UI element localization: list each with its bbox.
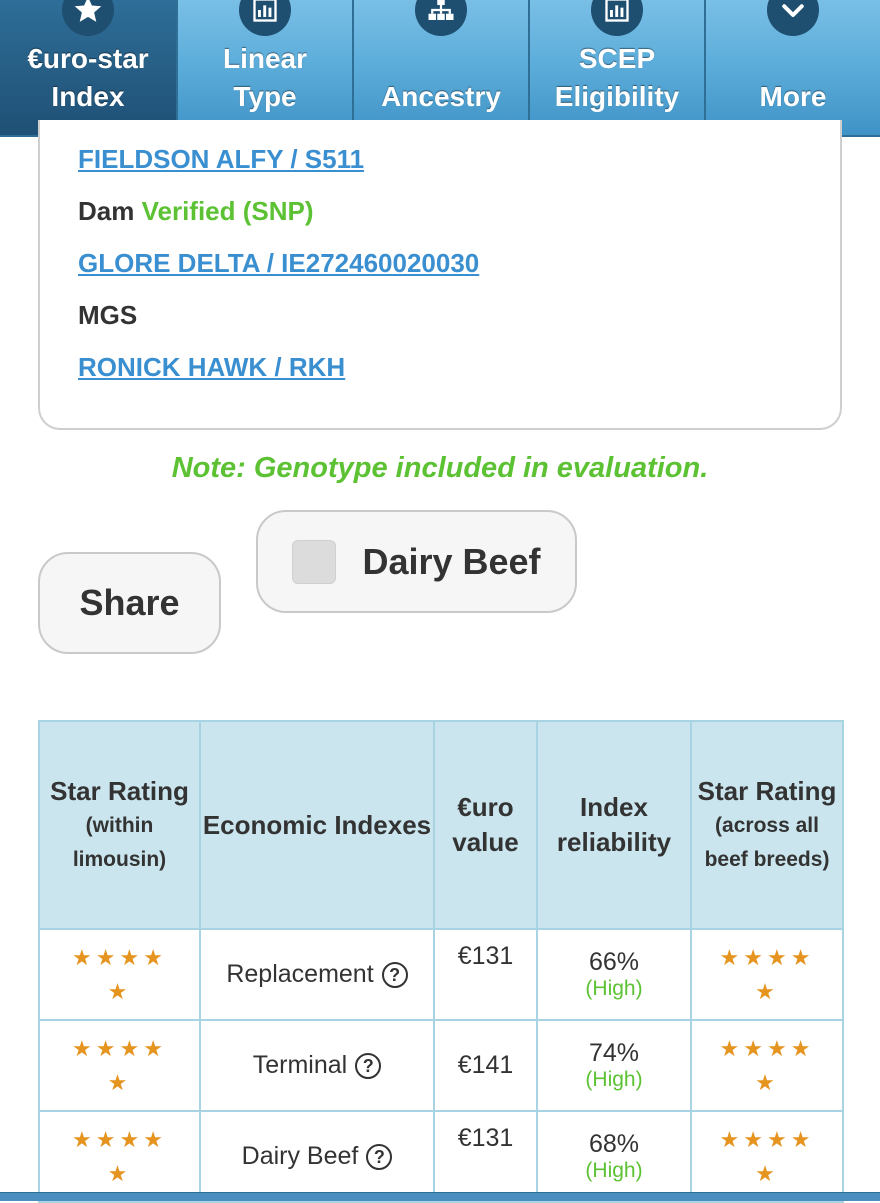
reliability-value: 66% <box>588 948 640 976</box>
tab-more[interactable]: More <box>706 0 880 135</box>
table-row: ★★★★ ★ Dairy Beef? €131 68% (High) ★★★★ ★ <box>38 1110 844 1203</box>
dairy-beef-checkbox[interactable] <box>292 539 337 584</box>
dairy-beef-toggle[interactable]: Dairy Beef <box>256 510 577 613</box>
star-icon <box>62 0 114 36</box>
reliability-cell: 74% (High) <box>536 1019 692 1112</box>
table-row: ★★★★ ★ Replacement? €131 66% (High) ★★★★ ★ <box>38 928 844 1021</box>
header-euro-value: €uro value <box>433 720 538 930</box>
euro-value: €131 <box>433 1110 538 1203</box>
star-rating-within: ★★★★ ★ <box>38 1110 201 1203</box>
index-table: Star Rating (within limousin) Economic I… <box>38 720 844 1203</box>
table-header-row: Star Rating (within limousin) Economic I… <box>38 720 844 930</box>
index-name-cell: Dairy Beef? <box>199 1110 435 1203</box>
reliability-value: 74% <box>588 1039 640 1067</box>
genotype-note: Note: Genotype included in evaluation. <box>171 452 709 484</box>
mgs-link[interactable]: RONICK HAWK / RKH <box>78 352 345 383</box>
tab-label-line2: Index <box>51 81 125 112</box>
help-icon[interactable]: ? <box>366 1144 393 1171</box>
mgs-label: MGS <box>78 300 138 330</box>
stars-icon: ★★★★ ★ <box>72 944 167 1004</box>
bar-chart-icon <box>591 0 643 36</box>
header-star-across-sub: (across all beef breeds) <box>704 813 830 871</box>
reliability-value: 68% <box>588 1130 640 1158</box>
stars-icon: ★★★★ ★ <box>72 1035 167 1095</box>
reliability-cell: 68% (High) <box>536 1110 692 1203</box>
header-star-across: Star Rating (across all beef breeds) <box>690 720 844 930</box>
hierarchy-icon <box>415 0 467 36</box>
header-star-across-main: Star Rating <box>697 775 837 806</box>
star-rating-across: ★★★★ ★ <box>690 1019 844 1112</box>
tab-euro-star-index[interactable]: €uro-star Index <box>0 0 178 135</box>
reliability-level: (High) <box>585 1068 643 1091</box>
star-rating-across: ★★★★ ★ <box>690 928 844 1021</box>
tab-label-line2: Type <box>233 81 297 112</box>
stars-icon: ★★★★ ★ <box>72 1126 167 1186</box>
index-name: Replacement <box>226 960 374 988</box>
stars-icon: ★★★★ ★ <box>719 1126 815 1186</box>
tab-label-line1: Linear <box>222 43 308 74</box>
dairy-beef-label: Dairy Beef <box>362 540 541 582</box>
header-economic-indexes: Economic Indexes <box>199 720 435 930</box>
tab-scep-eligibility[interactable]: SCEP Eligibility <box>530 0 706 135</box>
dam-verified-status: Verified (SNP) <box>141 196 314 226</box>
tab-label-line1: SCEP <box>578 43 656 74</box>
top-nav: €uro-star Index Linear Type Ancestry SCE… <box>0 0 880 137</box>
dam-label: Dam <box>78 196 135 226</box>
euro-value: €131 <box>433 928 538 1021</box>
tab-linear-type[interactable]: Linear Type <box>178 0 354 135</box>
reliability-level: (High) <box>585 1159 643 1182</box>
header-star-within-sub: (within limousin) <box>72 813 167 871</box>
euro-value: €141 <box>433 1019 538 1112</box>
tab-label-line1: €uro-star <box>27 43 149 74</box>
share-button-label: Share <box>79 582 180 623</box>
index-name-cell: Replacement? <box>199 928 435 1021</box>
help-icon[interactable]: ? <box>381 962 408 989</box>
table-row: ★★★★ ★ Terminal? €141 74% (High) ★★★★ ★ <box>38 1019 844 1112</box>
dam-label-row: Dam Verified (SNP) <box>78 196 314 227</box>
tab-label: More <box>759 81 827 112</box>
share-button[interactable]: Share <box>38 552 221 654</box>
stars-icon: ★★★★ ★ <box>719 1035 815 1095</box>
star-rating-within: ★★★★ ★ <box>38 928 201 1021</box>
dam-link[interactable]: GLORE DELTA / IE272460020030 <box>78 248 479 279</box>
tab-label-line2: Eligibility <box>554 81 680 112</box>
header-star-within-main: Star Rating <box>50 775 189 806</box>
bar-chart-icon <box>239 0 291 36</box>
star-rating-across: ★★★★ ★ <box>690 1110 844 1203</box>
sire-link[interactable]: FIELDSON ALFY / S511 <box>78 144 364 175</box>
tab-ancestry[interactable]: Ancestry <box>354 0 530 135</box>
star-rating-within: ★★★★ ★ <box>38 1019 201 1112</box>
chevron-down-icon <box>767 0 819 36</box>
index-name: Dairy Beef <box>241 1142 359 1170</box>
index-name: Terminal <box>252 1051 348 1079</box>
reliability-level: (High) <box>585 977 643 1000</box>
reliability-cell: 66% (High) <box>536 928 692 1021</box>
header-index-reliability: Index reliability <box>536 720 692 930</box>
header-star-within: Star Rating (within limousin) <box>38 720 201 930</box>
index-name-cell: Terminal? <box>199 1019 435 1112</box>
stars-icon: ★★★★ ★ <box>719 944 815 1004</box>
help-icon[interactable]: ? <box>355 1053 382 1080</box>
tab-label: Ancestry <box>381 81 501 112</box>
